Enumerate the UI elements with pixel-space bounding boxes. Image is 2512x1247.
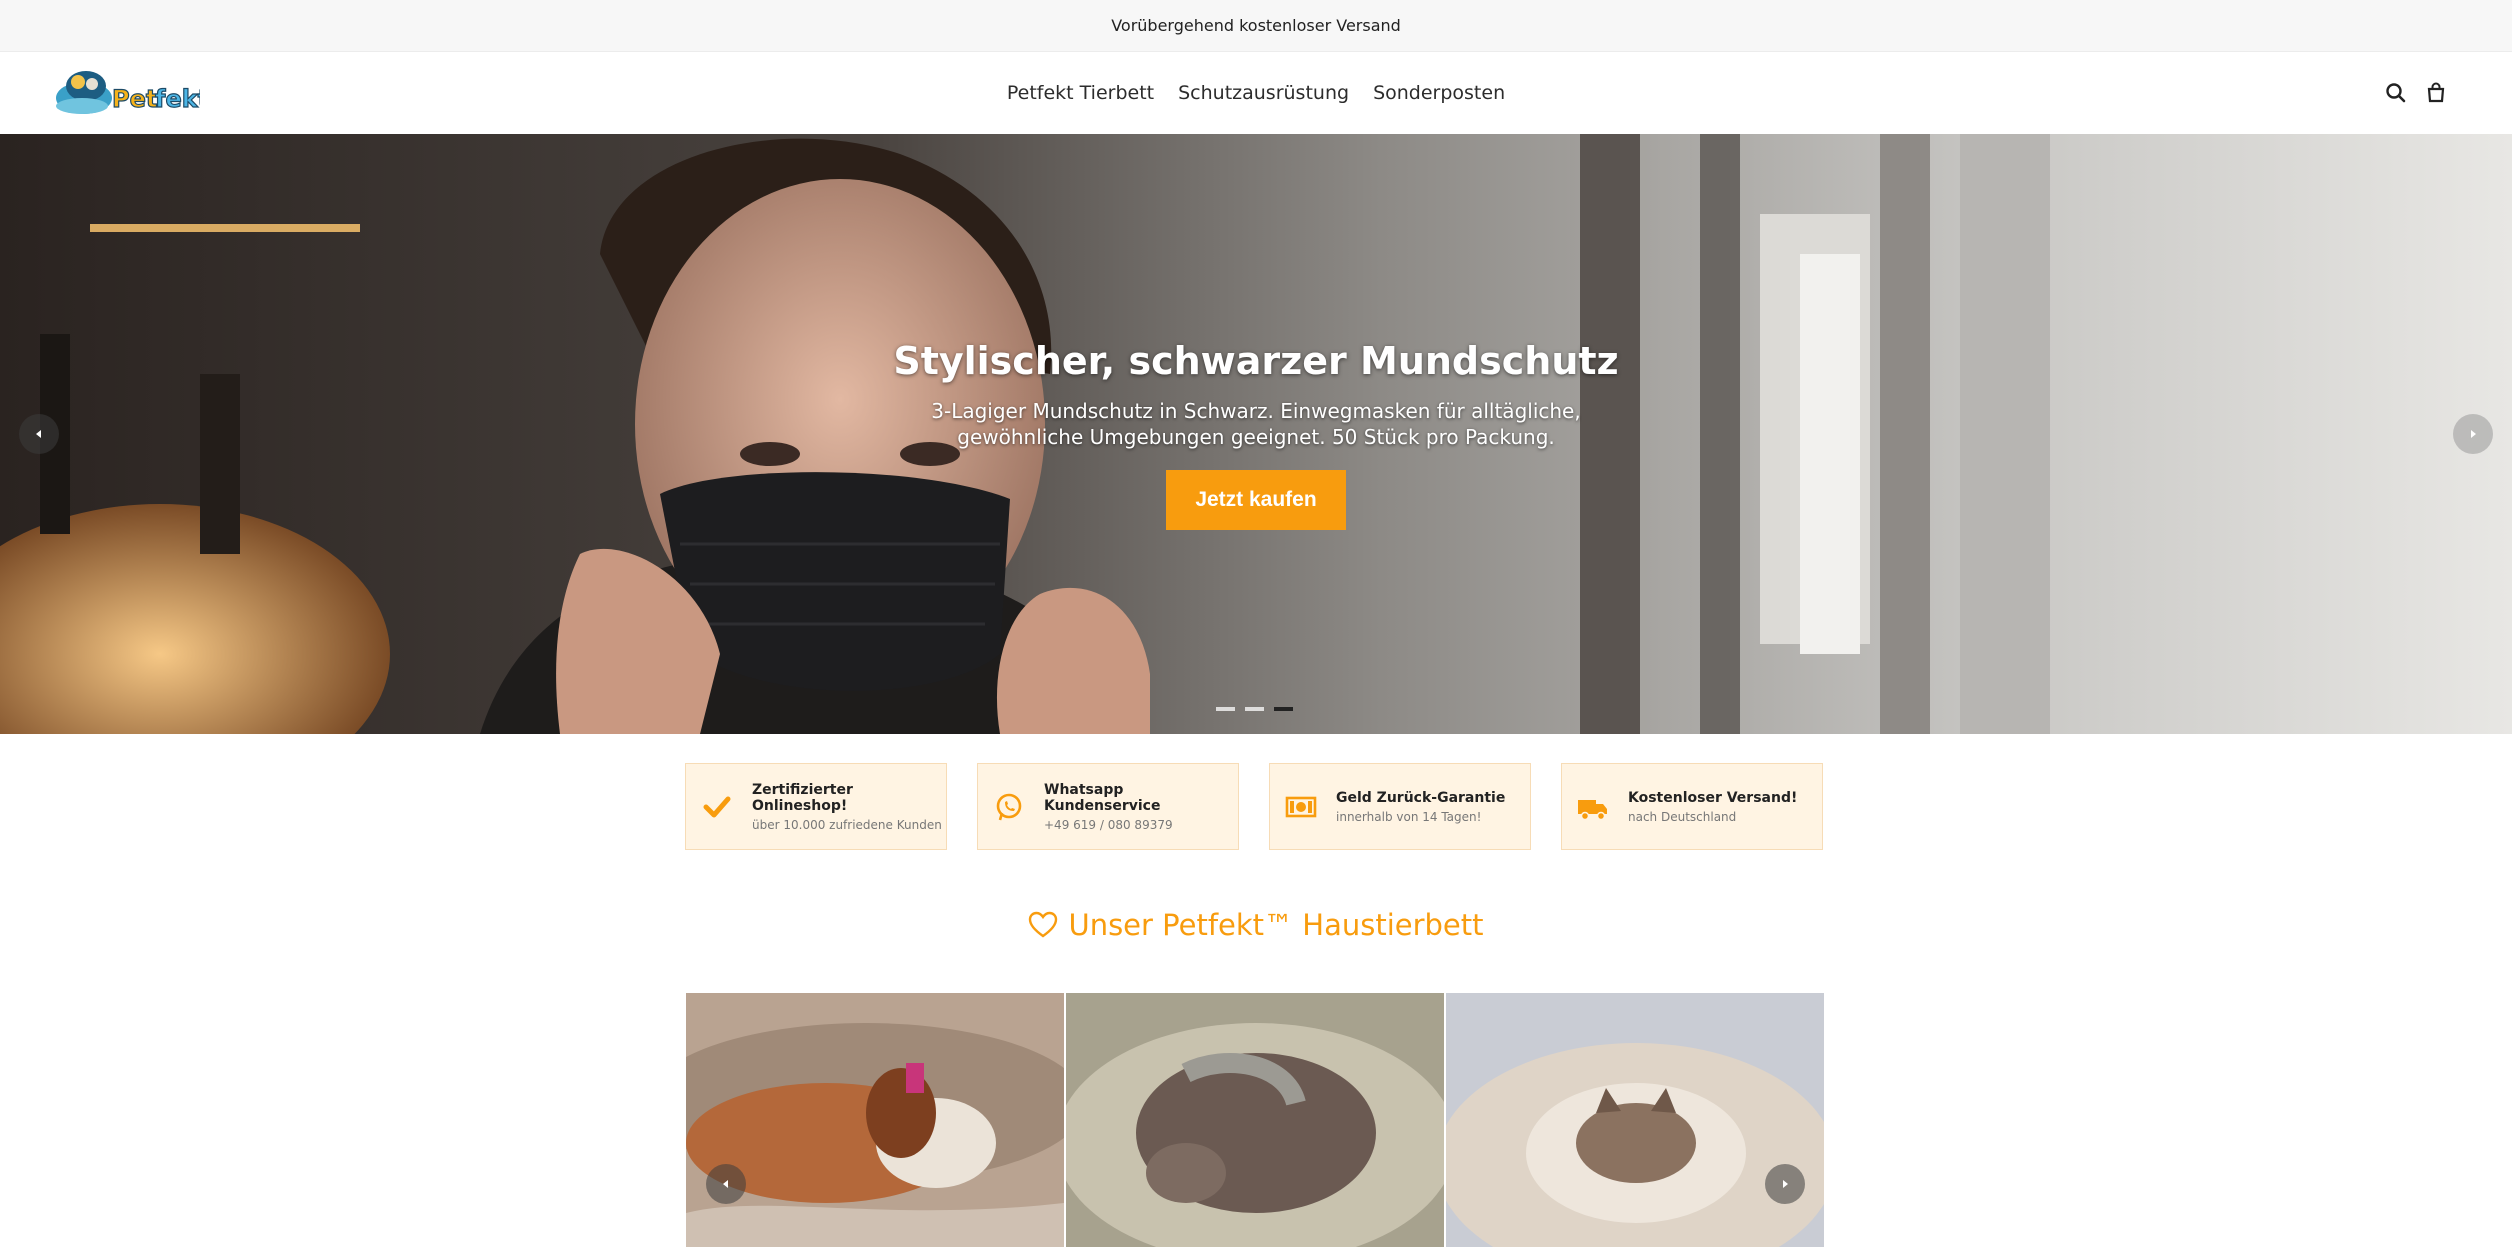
product-gallery: [686, 993, 1825, 1247]
feature-free-shipping: Kostenloser Versand! nach Deutschland: [1561, 763, 1823, 850]
hero-subtitle: 3-Lagiger Mundschutz in Schwarz. Einwegm…: [931, 399, 1581, 449]
gallery-next-button[interactable]: [1765, 1164, 1805, 1204]
feature-boxes: Zertifizierter Onlineshop! über 10.000 z…: [685, 763, 1825, 852]
slide-dot-2[interactable]: [1245, 707, 1264, 711]
hero-slider: Stylischer, schwarzer Mundschutz 3-Lagig…: [0, 134, 2512, 734]
nav-sonderposten[interactable]: Sonderposten: [1373, 82, 1505, 104]
check-icon: [703, 796, 731, 817]
section-title: Unser Petfekt™ Haustierbett: [1068, 908, 1484, 942]
whatsapp-icon: [996, 793, 1022, 820]
feature-certified: Zertifizierter Onlineshop! über 10.000 z…: [685, 763, 947, 850]
chevron-right-icon: [2471, 430, 2476, 438]
hero-prev-button[interactable]: [19, 414, 59, 454]
slide-dot-3[interactable]: [1274, 707, 1293, 711]
chevron-right-icon: [1783, 1180, 1788, 1188]
slide-dot-1[interactable]: [1216, 707, 1235, 711]
announcement-text: Vorübergehend kostenloser Versand: [1111, 16, 1401, 35]
truck-icon: [1578, 799, 1607, 820]
shop-now-button[interactable]: Jetzt kaufen: [1166, 470, 1346, 530]
feature-money-back: Geld Zurück-Garantie innerhalb von 14 Ta…: [1269, 763, 1531, 850]
section-heading: Unser Petfekt™ Haustierbett: [0, 908, 2512, 942]
gallery-image-greyhound[interactable]: [1066, 993, 1444, 1247]
search-icon[interactable]: [2383, 80, 2409, 106]
feature-subtitle: innerhalb von 14 Tagen!: [1336, 809, 1482, 824]
feature-subtitle: +49 619 / 080 89379: [1044, 817, 1173, 832]
cart-icon[interactable]: [2423, 80, 2449, 106]
gallery-image-frenchie[interactable]: [1446, 993, 1824, 1247]
nav-schutzausruestung[interactable]: Schutzausrüstung: [1178, 82, 1349, 104]
chevron-left-icon: [723, 1180, 728, 1188]
main-nav: Petfekt Tierbett Schutzausrüstung Sonder…: [0, 52, 2512, 134]
site-header: Pet fekt Petfekt Tierbett Schutzausrüstu…: [0, 52, 2512, 134]
feature-title: Whatsapp Kundenservice: [1044, 781, 1161, 814]
money-icon: [1285, 796, 1317, 817]
feature-title: Kostenloser Versand!: [1628, 789, 1798, 806]
feature-subtitle: nach Deutschland: [1628, 809, 1737, 824]
feature-title: Zertifizierter Onlineshop!: [752, 781, 853, 814]
gallery-image-beagle[interactable]: [686, 993, 1064, 1247]
nav-petfekt-tierbett[interactable]: Petfekt Tierbett: [1007, 82, 1154, 104]
feature-subtitle: über 10.000 zufriedene Kunden: [752, 817, 942, 832]
feature-whatsapp: Whatsapp Kundenservice +49 619 / 080 893…: [977, 763, 1239, 850]
hero-title: Stylischer, schwarzer Mundschutz: [893, 339, 1619, 383]
hero-next-button[interactable]: [2453, 414, 2493, 454]
chevron-left-icon: [36, 430, 41, 438]
slider-dots: [1216, 707, 1293, 711]
gallery-prev-button[interactable]: [706, 1164, 746, 1204]
announcement-bar: Vorübergehend kostenloser Versand: [0, 0, 2512, 52]
feature-title: Geld Zurück-Garantie: [1336, 789, 1506, 806]
heart-icon: [1029, 911, 1058, 938]
